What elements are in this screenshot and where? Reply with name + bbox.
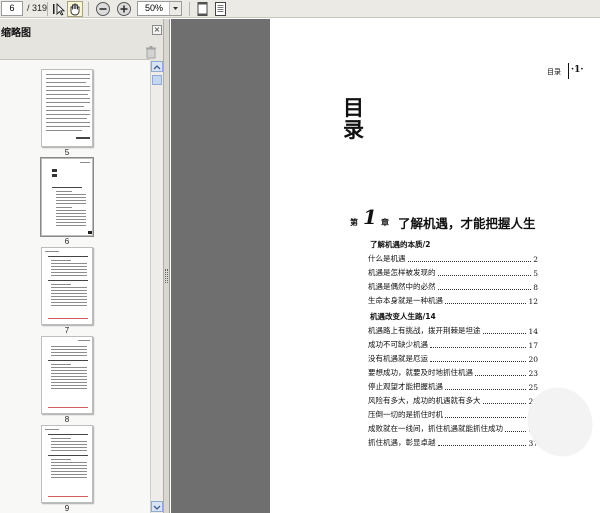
thumbnails-panel-header: 缩略图 ×	[0, 19, 164, 41]
toc-entry-text: 机遇路上有挑战，拨开荆棘是坦途	[368, 326, 481, 335]
toc-entry-text: 压倒一切的是抓住时机	[368, 410, 443, 419]
panel-splitter[interactable]	[164, 19, 170, 513]
toc-entry-text: 没有机遇就是厄运	[368, 354, 428, 363]
trash-icon	[146, 46, 156, 59]
plus-circle-icon	[117, 2, 131, 16]
page-thumbnail-6[interactable]	[41, 158, 93, 236]
toc-entry-text: 成败就在一线间，抓住机遇就能抓住成功	[368, 424, 503, 433]
cursor-icon	[53, 2, 66, 16]
toc-entry-page: 23	[528, 369, 538, 378]
trash-button[interactable]	[144, 45, 158, 59]
toc-entry-page: 17	[528, 341, 538, 350]
hand-icon	[70, 3, 80, 16]
toc-entry[interactable]: 风险有多大，成功的机遇就有多大28	[368, 395, 538, 406]
thumbnails-panel: 缩略图 × 5 6 7 8 9	[0, 19, 164, 513]
toc-entry-text: 成功不可缺少机遇	[368, 340, 428, 349]
scroll-down-button[interactable]	[151, 501, 163, 512]
select-tool-button[interactable]	[51, 1, 67, 17]
chapter-number: 1	[363, 205, 377, 229]
header-rule	[568, 63, 569, 79]
toc-entry-page: 14	[528, 327, 538, 336]
splitter-grip[interactable]	[165, 269, 168, 283]
toc-entry-page: 20	[528, 355, 538, 364]
toc-entry[interactable]: 停止观望才能把握机遇 25	[368, 381, 538, 392]
chapter-prefix: 第	[350, 217, 358, 227]
running-header-label: 目录	[547, 68, 561, 76]
zoom-in-button[interactable]	[116, 1, 132, 17]
contents-title-2: 录	[343, 117, 364, 142]
toc-entry[interactable]: 机遇是怎样被发现的 5	[368, 267, 538, 278]
toc-entry-text: 抓住机遇，彰显卓越	[368, 438, 436, 447]
toc-entry-page: 5	[533, 269, 538, 278]
section-heading: 机遇改变人生路/14	[370, 312, 436, 321]
toc-entry-page: 2	[533, 255, 538, 264]
toolbar-divider	[189, 2, 190, 16]
zoom-select[interactable]: 50%	[137, 1, 182, 16]
toc-entry[interactable]: 要想成功，就要及时地抓住机遇 23	[368, 367, 538, 378]
chapter-title: 了解机遇，才能把握人生	[398, 216, 536, 231]
toc-entry[interactable]: 抓住机遇，彰显卓越 37	[368, 437, 538, 448]
hand-tool-button[interactable]	[67, 1, 83, 17]
fit-page-icon	[197, 2, 208, 16]
toc-entry-page: 25	[528, 383, 538, 392]
toolbar-divider	[88, 2, 89, 16]
toc-entry[interactable]: 生命本身就是一种机遇 12	[368, 295, 538, 306]
zoom-out-button[interactable]	[95, 1, 111, 17]
toc-entry-text: 要想成功，就要及时地抓住机遇	[368, 368, 473, 377]
chapter-suffix: 章	[381, 217, 389, 227]
thumbnail-list[interactable]: 5 6 7 8 9	[0, 59, 150, 513]
page-number-input[interactable]: 6	[1, 1, 23, 16]
close-panel-button[interactable]: ×	[152, 25, 162, 35]
toolbar-divider	[47, 2, 48, 16]
toc-entry[interactable]: 机遇路上有挑战，拨开荆棘是坦途 14	[368, 325, 538, 336]
toc-entry-text: 机遇是偶然中的必然	[368, 282, 436, 291]
toc-entry-page: 12	[528, 297, 538, 306]
page-total-label: / 319	[27, 3, 48, 13]
fit-page-button[interactable]	[195, 1, 211, 17]
toc-entry[interactable]: 成败就在一线间，抓住机遇就能抓住成功34	[368, 423, 538, 434]
thumbnail-label-9: 9	[64, 504, 70, 513]
toc-entry-text: 机遇是怎样被发现的	[368, 268, 436, 277]
zoom-dropdown-button[interactable]	[169, 2, 181, 15]
toc-entry-page: 8	[533, 283, 538, 292]
page-thumbnail-7[interactable]	[41, 247, 93, 325]
toc-entry[interactable]: 压倒一切的是抓住时机31	[368, 409, 538, 420]
contents-title-1: 目	[343, 95, 364, 120]
toolbar: 6 / 319 50%	[0, 0, 600, 18]
chevron-up-icon	[153, 65, 161, 70]
thumbnail-label-5: 5	[64, 148, 70, 157]
minus-circle-icon	[96, 2, 110, 16]
thumbnail-label-7: 7	[64, 326, 70, 335]
fit-width-button[interactable]	[213, 1, 229, 17]
toc-entry[interactable]: 机遇是偶然中的必然 8	[368, 281, 538, 292]
toc-entry[interactable]: 没有机遇就是厄运 20	[368, 353, 538, 364]
document-page: 目录 ·1· 目 录 第 1 章 了解机遇，才能把握人生 了解机遇的本质/2 什…	[270, 19, 600, 513]
page-thumbnail-9[interactable]	[41, 425, 93, 503]
section-heading: 了解机遇的本质/2	[370, 240, 431, 249]
chevron-down-icon	[153, 505, 161, 510]
toc-entry-text: 停止观望才能把握机遇	[368, 382, 443, 391]
chevron-down-icon	[173, 7, 178, 10]
thumbnail-label-8: 8	[64, 415, 70, 424]
page-thumbnail-8[interactable]	[41, 336, 93, 414]
fit-width-icon	[215, 2, 226, 16]
toc-entry-text: 生命本身就是一种机遇	[368, 296, 443, 305]
toc-entry[interactable]: 成功不可缺少机遇 17	[368, 339, 538, 350]
toc-entry-text: 什么是机遇	[368, 254, 406, 263]
toc-entry[interactable]: 什么是机遇 2	[368, 253, 538, 264]
toc-entry-text: 风险有多大，成功的机遇就有多大	[368, 396, 481, 405]
scrollbar-thumb[interactable]	[152, 75, 162, 85]
scroll-up-button[interactable]	[151, 61, 163, 72]
page-thumbnail-5[interactable]	[41, 69, 93, 147]
thumbnails-panel-title: 缩略图	[1, 28, 31, 39]
thumbnail-scrollbar[interactable]	[150, 61, 163, 513]
running-header-page: ·1·	[571, 65, 584, 75]
zoom-value: 50%	[144, 3, 163, 13]
thumbnail-label-6: 6	[64, 237, 70, 246]
